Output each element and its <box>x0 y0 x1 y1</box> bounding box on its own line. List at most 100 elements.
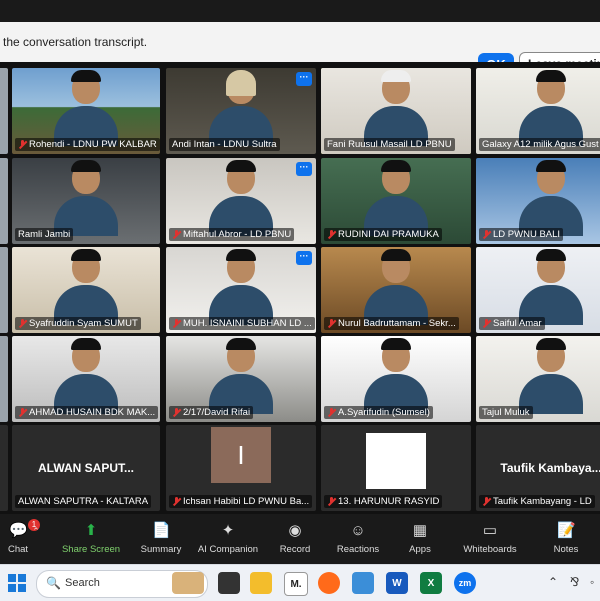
participant-tile[interactable]: Fani Ruusul Masail LD PBNU <box>321 68 471 154</box>
reactions-button[interactable]: ☺ Reactions <box>323 522 393 555</box>
windows-start-icon[interactable] <box>8 574 26 592</box>
more-options-icon[interactable]: ··· <box>296 162 312 176</box>
search-placeholder: Search <box>65 577 100 589</box>
record-icon: ◉ <box>288 522 302 539</box>
participant-name-text: Rohendi - LDNU PW KALBAR <box>29 139 157 150</box>
participant-silhouette <box>511 70 591 146</box>
participant-silhouette <box>201 70 281 146</box>
participant-name-text: RUDINI DAI PRAMUKA <box>338 229 439 240</box>
partial-video-tile <box>0 336 8 422</box>
participant-silhouette <box>201 338 281 414</box>
share-screen-button[interactable]: ⬆ Share Screen <box>56 522 126 555</box>
language-icon[interactable]: ⅋ <box>570 575 579 589</box>
chevron-up-icon[interactable]: ⌃ <box>548 575 558 589</box>
initial-avatar: I <box>211 427 271 483</box>
whiteboards-label: Whiteboards <box>463 544 517 555</box>
participant-tile[interactable]: Ramli Jambi <box>12 158 160 244</box>
participant-tile[interactable]: LD PWNU BALI <box>476 158 600 244</box>
participant-tile[interactable]: A.Syarifudin (Sumsel) <box>321 336 471 422</box>
more-options-icon[interactable]: ··· <box>296 72 312 86</box>
participant-silhouette <box>356 338 436 414</box>
ai-companion-button[interactable]: ✦ AI Companion <box>193 522 263 555</box>
blank-video <box>366 433 426 489</box>
notes-label: Notes <box>553 544 579 555</box>
apps-button[interactable]: ▦ Apps <box>385 522 455 555</box>
notes-icon: 📝 <box>557 522 576 539</box>
taskbar-app-m-icon[interactable]: M. <box>284 572 308 596</box>
participant-name-text: Ichsan Habibi LD PWNU Ba... <box>183 496 310 507</box>
share-screen-icon: ⬆ <box>84 522 98 539</box>
mic-muted-icon <box>327 319 336 328</box>
partial-video-tile <box>0 158 8 244</box>
apps-label: Apps <box>409 544 431 555</box>
participant-tile[interactable]: ALWAN SAPUT... ALWAN SAPUTRA - KALTARA <box>12 425 160 511</box>
notes-button[interactable]: 📝 Notes <box>531 522 600 555</box>
whiteboards-button[interactable]: ▭ Whiteboards <box>455 522 525 555</box>
mic-muted-icon <box>482 497 491 506</box>
participant-silhouette <box>46 160 126 236</box>
participant-name: AHMAD HUSAIN BDK MAK... <box>15 406 159 419</box>
participant-tile[interactable]: RUDINI DAI PRAMUKA <box>321 158 471 244</box>
participant-name: RUDINI DAI PRAMUKA <box>324 228 442 241</box>
participant-tile[interactable]: Rohendi - LDNU PW KALBAR <box>12 68 160 154</box>
more-options-icon[interactable]: ··· <box>296 251 312 265</box>
participant-name-text: Andi Intan - LDNU Sultra <box>172 139 277 150</box>
participant-name: Ichsan Habibi LD PWNU Ba... <box>169 495 313 508</box>
mic-muted-icon <box>482 230 491 239</box>
participant-name: Tajul Muluk <box>479 406 533 419</box>
partial-video-tile <box>0 247 8 333</box>
participant-name-text: LD PWNU BALI <box>493 229 561 240</box>
task-view-icon[interactable] <box>218 572 240 594</box>
chat-options-chevron[interactable]: ⌃ <box>26 522 46 544</box>
chevron-up-icon: ⌃ <box>32 526 40 536</box>
record-button[interactable]: ◉ Record <box>260 522 330 555</box>
participant-tile[interactable]: Galaxy A12 milik Agus Gust <box>476 68 600 154</box>
participant-silhouette <box>511 338 591 414</box>
firefox-icon[interactable] <box>318 572 340 594</box>
excel-icon[interactable]: X <box>420 572 442 594</box>
chat-label: Chat <box>7 544 29 555</box>
search-icon: 🔍 <box>46 576 61 590</box>
mic-muted-icon <box>18 408 27 417</box>
participant-name-text: Saiful Amar <box>493 318 542 329</box>
summary-button[interactable]: 📄 Summary <box>126 522 196 555</box>
participant-tile[interactable]: I Ichsan Habibi LD PWNU Ba... <box>166 425 316 511</box>
participant-silhouette <box>46 338 126 414</box>
wifi-icon[interactable]: ◦ <box>590 575 594 589</box>
share-screen-label: Share Screen <box>61 544 121 555</box>
participant-name-text: AHMAD HUSAIN BDK MAK... <box>29 407 156 418</box>
participant-tile[interactable]: Tajul Muluk <box>476 336 600 422</box>
mic-muted-icon <box>172 319 181 328</box>
participant-tile[interactable]: AHMAD HUSAIN BDK MAK... <box>12 336 160 422</box>
search-highlight-icon[interactable] <box>172 572 204 594</box>
partial-video-tile <box>0 425 8 511</box>
participant-silhouette <box>201 249 281 325</box>
participant-name-text: 2/17/David Rifai <box>183 407 251 418</box>
record-label: Record <box>279 544 311 555</box>
participant-tile[interactable]: Taufik Kambaya... Taufik Kambayang - LD <box>476 425 600 511</box>
participant-tile[interactable]: ··· Miftahul Abror - LD PBNU <box>166 158 316 244</box>
file-explorer-icon[interactable] <box>250 572 272 594</box>
smiley-icon: ☺ <box>350 522 366 539</box>
participant-tile[interactable]: ··· Andi Intan - LDNU Sultra <box>166 68 316 154</box>
mic-muted-icon <box>482 319 491 328</box>
notepad-icon[interactable] <box>352 572 374 594</box>
banner-text: the conversation transcript. <box>3 35 148 49</box>
participant-name: LD PWNU BALI <box>479 228 564 241</box>
participant-name-text: Syafruddin Syam SUMUT <box>29 318 138 329</box>
participant-name-text: 13. HARUNUR RASYID <box>338 496 440 507</box>
participant-tile[interactable]: 2/17/David Rifai <box>166 336 316 422</box>
participant-name-text: Ramli Jambi <box>18 229 71 240</box>
participant-silhouette <box>46 70 126 146</box>
participant-tile[interactable]: ··· MUH. ISNAINI SUBHAN LD ... <box>166 247 316 333</box>
chat-icon: 💬 1 <box>9 519 40 540</box>
mic-muted-icon <box>18 140 27 149</box>
participant-name-text: Galaxy A12 milik Agus Gust <box>482 139 599 150</box>
participant-tile[interactable]: 13. HARUNUR RASYID <box>321 425 471 511</box>
zoom-icon[interactable]: zm <box>454 572 476 594</box>
participant-tile[interactable]: Nurul Badruttamam - Sekr... <box>321 247 471 333</box>
participant-tile[interactable]: Syafruddin Syam SUMUT <box>12 247 160 333</box>
participant-silhouette <box>201 160 281 236</box>
participant-tile[interactable]: Saiful Amar <box>476 247 600 333</box>
word-icon[interactable]: W <box>386 572 408 594</box>
